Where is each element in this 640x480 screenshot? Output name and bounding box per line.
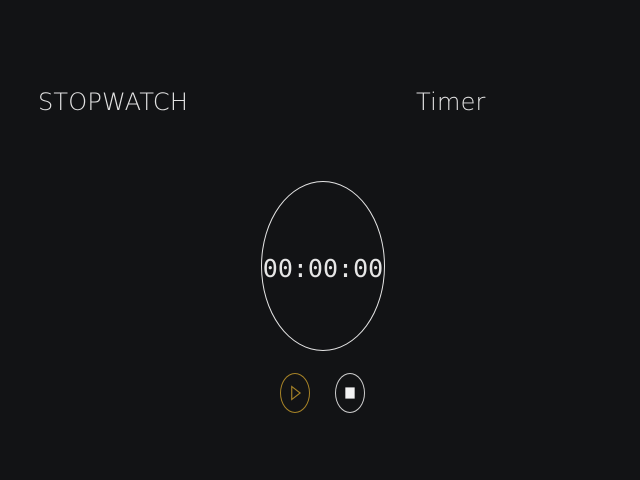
stop-button[interactable] (335, 373, 365, 413)
play-icon (291, 385, 302, 401)
tab-timer[interactable]: Timer (416, 86, 486, 118)
play-button[interactable] (280, 373, 310, 413)
elapsed-time-display: 00:00:00 (262, 254, 384, 283)
tab-stopwatch[interactable]: STOPWATCH (38, 86, 188, 118)
stop-icon (345, 387, 355, 399)
stopwatch-screen: STOPWATCH Timer 00:00:00 (0, 0, 640, 480)
